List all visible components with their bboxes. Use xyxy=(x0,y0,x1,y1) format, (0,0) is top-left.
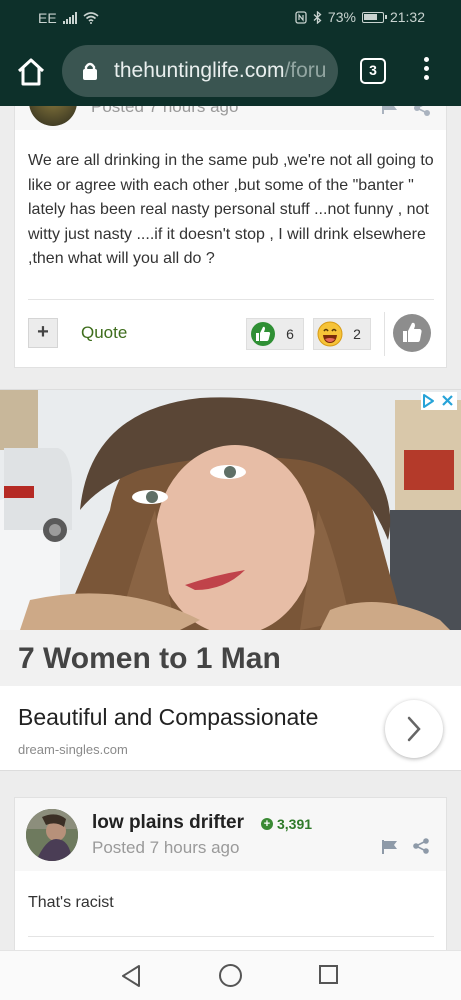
home-nav-button[interactable] xyxy=(219,964,242,987)
avatar[interactable] xyxy=(26,809,78,861)
plus-circle-icon: + xyxy=(261,818,273,830)
carrier-label: EE xyxy=(38,10,57,26)
post-header: low plains drifter +3,391 Posted 7 hours… xyxy=(15,798,446,871)
reaction-count: 2 xyxy=(353,326,361,342)
post-timestamp[interactable]: Posted 7 hours ago xyxy=(92,838,239,858)
nfc-icon xyxy=(295,10,307,24)
post-header: Posted 7 hours ago xyxy=(15,106,446,130)
home-button[interactable] xyxy=(14,56,48,88)
forum-post: Posted 7 hours ago We are all drinking i… xyxy=(14,106,447,368)
recents-nav-button[interactable] xyxy=(319,965,338,984)
wifi-icon xyxy=(83,12,99,24)
tab-switcher-button[interactable]: 3 xyxy=(360,58,386,84)
divider xyxy=(384,312,385,356)
divider xyxy=(28,299,434,300)
url-path: /foru xyxy=(284,59,327,82)
url-text: thehuntinglife.com/foru xyxy=(114,59,326,83)
reputation-badge: +3,391 xyxy=(261,816,312,832)
flag-icon[interactable] xyxy=(381,106,399,114)
thumbs-up-icon xyxy=(403,322,422,342)
ad-domain: dream-singles.com xyxy=(18,742,128,757)
home-icon xyxy=(17,58,45,86)
back-icon[interactable] xyxy=(120,964,142,988)
share-icon[interactable] xyxy=(412,838,430,854)
ad-choices-button[interactable] xyxy=(421,392,457,410)
ad-image[interactable] xyxy=(0,390,461,630)
share-icon[interactable] xyxy=(413,106,431,116)
quote-link[interactable]: Quote xyxy=(81,323,127,343)
battery-percent: 73% xyxy=(327,9,356,25)
reaction-like[interactable]: 6 xyxy=(246,318,304,350)
laugh-icon xyxy=(317,321,343,347)
clock: 21:32 xyxy=(389,9,425,25)
battery-icon xyxy=(361,11,387,23)
forum-post: low plains drifter +3,391 Posted 7 hours… xyxy=(14,797,447,957)
chevron-right-icon xyxy=(407,716,421,742)
browser-toolbar: thehuntinglife.com/foru 3 xyxy=(0,36,461,106)
ad-title[interactable]: 7 Women to 1 Man xyxy=(18,642,281,676)
author-name[interactable]: low plains drifter xyxy=(92,812,244,834)
divider xyxy=(28,936,434,937)
advertisement[interactable]: 7 Women to 1 Man Beautiful and Compassio… xyxy=(0,389,461,771)
url-domain: thehuntinglife.com xyxy=(114,59,285,82)
lock-icon xyxy=(83,62,97,80)
avatar[interactable] xyxy=(29,106,77,126)
overflow-menu-button[interactable] xyxy=(416,54,436,90)
post-timestamp: Posted 7 hours ago xyxy=(91,106,239,116)
ad-next-button[interactable] xyxy=(385,700,443,758)
reaction-count: 6 xyxy=(286,326,294,342)
reaction-haha[interactable]: 2 xyxy=(313,318,371,350)
react-button[interactable] xyxy=(393,314,431,352)
status-bar: EE 73% 21:32 xyxy=(0,0,461,36)
multiquote-button[interactable]: + xyxy=(28,318,58,348)
bluetooth-icon xyxy=(313,10,322,24)
post-content: We are all drinking in the same pub ,we'… xyxy=(28,152,434,267)
system-nav-bar xyxy=(0,950,461,1000)
thumbs-up-icon xyxy=(251,322,275,346)
reputation-count: 3,391 xyxy=(277,816,313,832)
adchoices-icon xyxy=(423,394,453,408)
address-bar[interactable]: thehuntinglife.com/foru xyxy=(62,45,338,97)
post-content: That's racist xyxy=(28,894,114,911)
flag-icon[interactable] xyxy=(381,840,399,854)
ad-subtitle[interactable]: Beautiful and Compassionate xyxy=(18,704,318,731)
signal-icon xyxy=(62,12,77,24)
ad-photo xyxy=(0,390,461,630)
